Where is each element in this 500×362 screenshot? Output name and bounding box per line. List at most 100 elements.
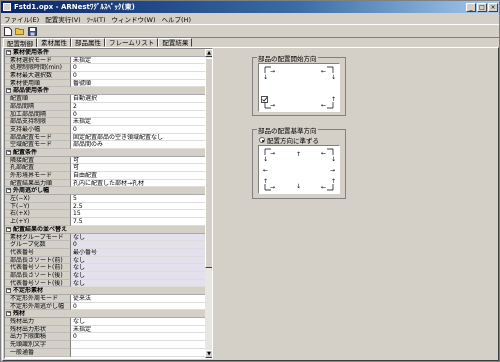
property-category[interactable]: − 素材使用条件: [5, 49, 205, 57]
property-value[interactable]: 番號順: [71, 80, 205, 88]
property-value[interactable]: 未指定: [71, 118, 205, 126]
open-folder-icon[interactable]: [15, 26, 25, 36]
property-value[interactable]: なし: [71, 256, 205, 265]
property-value[interactable]: 15: [71, 210, 205, 219]
collapse-icon[interactable]: −: [6, 188, 11, 194]
property-category[interactable]: − 部品使用条件: [5, 87, 205, 96]
property-value[interactable]: 0: [71, 241, 205, 249]
property-row[interactable]: 部品長さソート(前) なし: [5, 256, 205, 265]
property-row[interactable]: 不定形外周モード 従来法: [5, 295, 205, 303]
property-row[interactable]: 右(+X) 15: [5, 210, 205, 219]
property-row[interactable]: 素材最大選択数 0: [5, 72, 205, 80]
property-row[interactable]: 部品長さソート(後) なし: [5, 271, 205, 280]
property-value[interactable]: なし: [71, 264, 205, 272]
property-value[interactable]: 自動選択: [71, 95, 205, 103]
property-row[interactable]: 孔部配置可: [5, 164, 205, 172]
property-row[interactable]: 素材選択モード 未指定: [5, 56, 205, 65]
property-value[interactable]: 従来法: [71, 295, 205, 303]
property-row[interactable]: 代表番号 最小番号: [5, 248, 205, 257]
property-row[interactable]: 一般通番: [5, 348, 205, 357]
property-category[interactable]: − 配置結果の並べ替え: [5, 225, 205, 234]
property-row[interactable]: 配置結果出力順 孔内に配置した部材→孔材: [5, 179, 205, 188]
menu-file[interactable]: ファイル(E): [4, 14, 39, 24]
property-value[interactable]: なし: [71, 233, 205, 242]
property-row[interactable]: 処理制限時間(min) 0: [5, 64, 205, 73]
property-row[interactable]: 上(+Y) 7.5: [5, 218, 205, 226]
property-value[interactable]: 2: [71, 103, 205, 111]
property-row[interactable]: 素材使用順 番號順: [5, 79, 205, 88]
collapse-icon[interactable]: −: [6, 50, 11, 55]
tab-placement-result[interactable]: 配置結果: [158, 38, 193, 47]
property-row[interactable]: 下(−Y) 2.5: [5, 202, 205, 211]
tab-part-attributes[interactable]: 部品属性: [71, 38, 105, 47]
property-row[interactable]: グループ化数 0: [5, 241, 205, 249]
property-value[interactable]: 未指定: [71, 57, 205, 65]
property-row[interactable]: 部品間隔 2: [5, 102, 205, 111]
property-row[interactable]: 隣接配置可: [5, 156, 205, 165]
property-value[interactable]: なし: [71, 271, 205, 280]
property-row[interactable]: 空域配置モード 部品間のみ: [5, 141, 205, 149]
property-category[interactable]: − 不定形素材: [5, 287, 205, 295]
menu-help[interactable]: ヘルプ(H): [162, 14, 191, 24]
collapse-icon[interactable]: −: [6, 149, 11, 155]
property-value[interactable]: 0: [71, 64, 205, 73]
menu-run[interactable]: 配置実行(V): [45, 14, 81, 24]
property-value[interactable]: なし: [71, 318, 205, 326]
property-row[interactable]: 代表番号ソート(後) なし: [5, 279, 205, 288]
property-row[interactable]: 残材出力形状 未指定: [5, 325, 205, 334]
vertical-scrollbar[interactable]: ▲ ▼: [205, 49, 212, 358]
property-value[interactable]: 5: [71, 195, 205, 203]
property-value[interactable]: 孔内に配置した部材→孔材: [71, 180, 205, 188]
property-value[interactable]: 可: [71, 157, 205, 165]
property-row[interactable]: 支持最小幅 0: [5, 125, 205, 134]
property-value[interactable]: [71, 341, 205, 349]
scroll-thumb[interactable]: [205, 58, 212, 268]
property-value[interactable]: 最小番号: [71, 248, 205, 257]
property-value[interactable]: 0: [71, 333, 205, 342]
property-row[interactable]: 出力下限面積 0: [5, 333, 205, 342]
property-category[interactable]: − 外周逃がし幅: [5, 187, 205, 196]
property-row[interactable]: 外形境界モード 自由配置: [5, 172, 205, 180]
property-value[interactable]: 未指定: [71, 326, 205, 334]
property-row[interactable]: 先頭識別文字: [5, 341, 205, 349]
new-file-icon[interactable]: [3, 26, 13, 36]
property-value[interactable]: 2.5: [71, 203, 205, 211]
menu-tools[interactable]: ﾂｰﾙ(T): [87, 14, 106, 24]
property-row[interactable]: 部品支持制限 未指定: [5, 118, 205, 126]
property-row[interactable]: 不定形外周逃がし幅 0: [5, 302, 205, 311]
property-value[interactable]: 0: [71, 111, 205, 119]
property-row[interactable]: 左(−X) 5: [5, 195, 205, 203]
collapse-icon[interactable]: −: [6, 311, 11, 317]
property-value[interactable]: 自由配置: [71, 172, 205, 180]
property-value[interactable]: 可: [71, 164, 205, 172]
tab-material-attributes[interactable]: 素材属性: [37, 38, 71, 47]
minimize-button[interactable]: _: [466, 2, 476, 12]
property-value[interactable]: 0: [71, 126, 205, 134]
reference-direction-selector[interactable]: → ← ↓ ↓ ↑ ↑ → ← ↑ ↓ ← →: [258, 145, 340, 194]
property-row[interactable]: 残材出力 なし: [5, 318, 205, 326]
maximize-button[interactable]: □: [477, 2, 487, 12]
property-row[interactable]: 配置順 自動選択: [5, 95, 205, 103]
property-value[interactable]: 7.5: [71, 218, 205, 226]
property-row[interactable]: 代表番号ソート(前) なし: [5, 264, 205, 272]
property-value[interactable]: [71, 349, 205, 357]
property-category[interactable]: − 配置条件: [5, 148, 205, 157]
property-value[interactable]: なし: [71, 279, 205, 288]
property-value[interactable]: 固定配置部品の空き領域配置なし: [71, 134, 205, 142]
save-icon[interactable]: [27, 26, 37, 36]
property-row[interactable]: 部品配置モード 固定配置部品の空き領域配置なし: [5, 133, 205, 142]
collapse-icon[interactable]: −: [6, 88, 11, 94]
scroll-up-icon[interactable]: ▲: [205, 49, 212, 57]
property-category[interactable]: − 残材: [5, 310, 205, 319]
close-button[interactable]: ×: [488, 2, 498, 12]
collapse-icon[interactable]: −: [6, 226, 11, 232]
collapse-icon[interactable]: −: [6, 288, 11, 294]
property-value[interactable]: 0: [71, 72, 205, 80]
start-direction-selector[interactable]: → ← ↓ ↓ ↑ ↑ → ←: [258, 63, 340, 112]
property-value[interactable]: 部品間のみ: [71, 141, 205, 149]
tab-frame-list[interactable]: フレームリスト: [105, 38, 159, 47]
property-value[interactable]: 0: [71, 303, 205, 311]
follow-placement-direction-radio[interactable]: 配置方向に準ずる: [259, 135, 319, 145]
property-row[interactable]: 加工部品間隔 0: [5, 110, 205, 119]
scroll-down-icon[interactable]: ▼: [205, 350, 212, 358]
